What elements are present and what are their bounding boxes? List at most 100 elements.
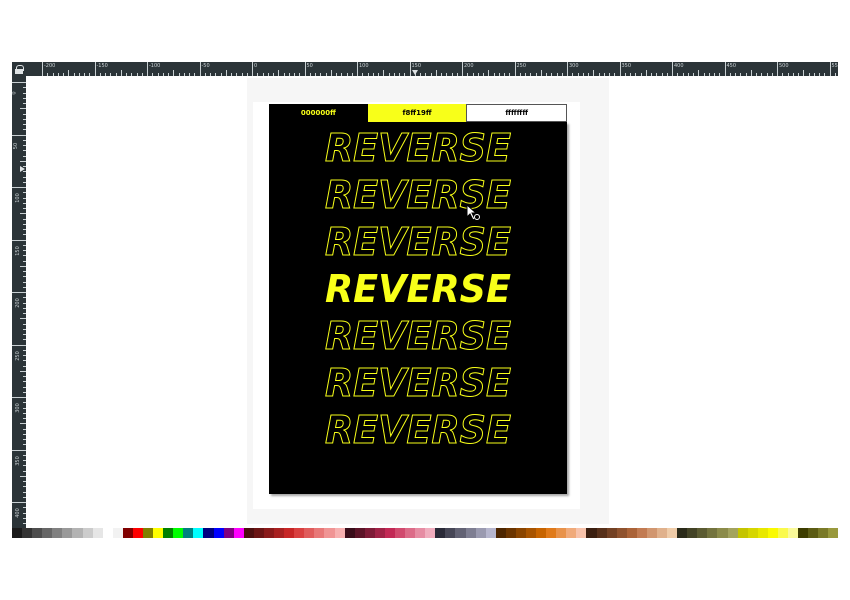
palette-color-chip[interactable] [92, 528, 103, 538]
reverse-word-outline[interactable]: REVERSE [325, 126, 512, 171]
reverse-word-outline[interactable]: REVERSE [325, 173, 512, 218]
palette-color-chip[interactable] [606, 528, 617, 538]
palette-color-chip[interactable] [384, 528, 395, 538]
palette-color-chip[interactable] [233, 528, 244, 538]
palette-color-chip[interactable] [304, 528, 315, 538]
palette-color-chip[interactable] [798, 528, 809, 538]
palette-color-chip[interactable] [314, 528, 325, 538]
palette-color-chip[interactable] [586, 528, 597, 538]
reverse-word-outline[interactable]: REVERSE [325, 408, 512, 453]
palette-color-chip[interactable] [334, 528, 345, 538]
reverse-word-outline[interactable]: REVERSE [325, 220, 512, 265]
vertical-ruler[interactable]: 0 50 100 150 200 250 300 350 400 [12, 76, 26, 528]
palette-color-chip[interactable] [717, 528, 728, 538]
palette-color-chip[interactable] [42, 528, 53, 538]
reverse-word-outline[interactable]: REVERSE [325, 314, 512, 359]
palette-color-chip[interactable] [556, 528, 567, 538]
palette-color-chip[interactable] [737, 528, 748, 538]
palette-color-chip[interactable] [243, 528, 254, 538]
palette-color-chip[interactable] [435, 528, 446, 538]
palette-color-chip[interactable] [818, 528, 829, 538]
palette-color-chip[interactable] [495, 528, 506, 538]
palette-color-chip[interactable] [122, 528, 133, 538]
palette-color-chip[interactable] [445, 528, 456, 538]
poster-artboard[interactable]: REVERSE REVERSE REVERSE REVERSE REVERSE REVER… [269, 122, 567, 494]
palette-color-chip[interactable] [455, 528, 466, 538]
palette-color-chip[interactable] [757, 528, 768, 538]
palette-color-chip[interactable] [626, 528, 637, 538]
palette-color-chip[interactable] [415, 528, 426, 538]
palette-color-chip[interactable] [223, 528, 234, 538]
palette-color-chip[interactable] [646, 528, 657, 538]
ruler-major-tick [12, 82, 26, 83]
palette-color-chip[interactable] [394, 528, 406, 538]
palette-color-chip[interactable] [576, 528, 587, 538]
palette-color-chip[interactable] [203, 528, 214, 538]
palette-color-chip[interactable] [193, 528, 204, 538]
palette-color-chip[interactable] [727, 528, 738, 538]
palette-color-chip[interactable] [102, 528, 113, 538]
palette-color-chip[interactable] [163, 528, 174, 538]
palette-color-chip[interactable] [667, 528, 678, 538]
palette-color-chip[interactable] [596, 528, 607, 538]
palette-color-chip[interactable] [677, 528, 688, 538]
reverse-word-outline[interactable]: REVERSE [325, 361, 512, 406]
palette-color-chip[interactable] [687, 528, 698, 538]
palette-color-chip[interactable] [828, 528, 839, 538]
palette-color-chip[interactable] [707, 528, 718, 538]
palette-color-chip[interactable] [485, 528, 496, 538]
palette-color-chip[interactable] [364, 528, 375, 538]
palette-color-chip[interactable] [82, 528, 93, 538]
palette-color-chip[interactable] [777, 528, 789, 538]
palette-color-chip[interactable] [324, 528, 335, 538]
ruler-position-marker [412, 70, 418, 75]
palette-color-chip[interactable] [515, 528, 526, 538]
palette-color-chip[interactable] [546, 528, 557, 538]
palette-color-chip[interactable] [183, 528, 194, 538]
palette-color-chip[interactable] [767, 528, 778, 538]
drawing-canvas[interactable]: 000000ff f8ff19ff ffffffff REVERSE REVERS… [26, 76, 838, 528]
palette-color-chip[interactable] [525, 528, 537, 538]
palette-color-chip[interactable] [697, 528, 708, 538]
palette-color-chip[interactable] [374, 528, 385, 538]
palette-color-chip[interactable] [52, 528, 63, 538]
palette-color-chip[interactable] [274, 528, 285, 538]
palette-color-chip[interactable] [354, 528, 365, 538]
swatch-black[interactable]: 000000ff [269, 104, 368, 122]
palette-color-chip[interactable] [112, 528, 123, 538]
palette-color-chip[interactable] [616, 528, 627, 538]
palette-color-chip[interactable] [747, 528, 758, 538]
palette-color-chip[interactable] [22, 528, 33, 538]
palette-color-chip[interactable] [263, 528, 275, 538]
reverse-text-stack: REVERSEREVERSEREVERSEREVERSEREVERSEREVER… [325, 126, 512, 453]
palette-color-chip[interactable] [808, 528, 819, 538]
palette-color-chip[interactable] [284, 528, 295, 538]
palette-color-chip[interactable] [505, 528, 516, 538]
lock-guides-toggle[interactable] [12, 62, 26, 76]
palette-color-chip[interactable] [425, 528, 436, 538]
palette-color-chip[interactable] [465, 528, 476, 538]
palette-color-chip[interactable] [62, 528, 73, 538]
palette-color-chip[interactable] [253, 528, 264, 538]
swatch-white[interactable]: ffffffff [466, 104, 568, 122]
palette-color-chip[interactable] [12, 528, 23, 538]
palette-color-chip[interactable] [153, 528, 164, 538]
palette-color-chip[interactable] [788, 528, 799, 538]
palette-color-chip[interactable] [566, 528, 577, 538]
palette-color-chip[interactable] [657, 528, 668, 538]
palette-color-chip[interactable] [636, 528, 647, 538]
swatch-yellow[interactable]: f8ff19ff [367, 104, 467, 122]
palette-color-chip[interactable] [143, 528, 154, 538]
palette-color-chip[interactable] [405, 528, 416, 538]
palette-color-chip[interactable] [536, 528, 547, 538]
palette-color-chip[interactable] [173, 528, 184, 538]
palette-color-chip[interactable] [132, 528, 144, 538]
reverse-word-filled[interactable]: REVERSE [325, 267, 511, 311]
palette-color-chip[interactable] [475, 528, 486, 538]
palette-color-chip[interactable] [294, 528, 305, 538]
palette-color-chip[interactable] [72, 528, 83, 538]
palette-color-chip[interactable] [213, 528, 224, 538]
horizontal-ruler[interactable]: -200 -150 -100 -50 0 50 100 150 200 250 300 350 400 4… [12, 62, 838, 76]
palette-color-chip[interactable] [32, 528, 43, 538]
palette-color-chip[interactable] [344, 528, 355, 538]
